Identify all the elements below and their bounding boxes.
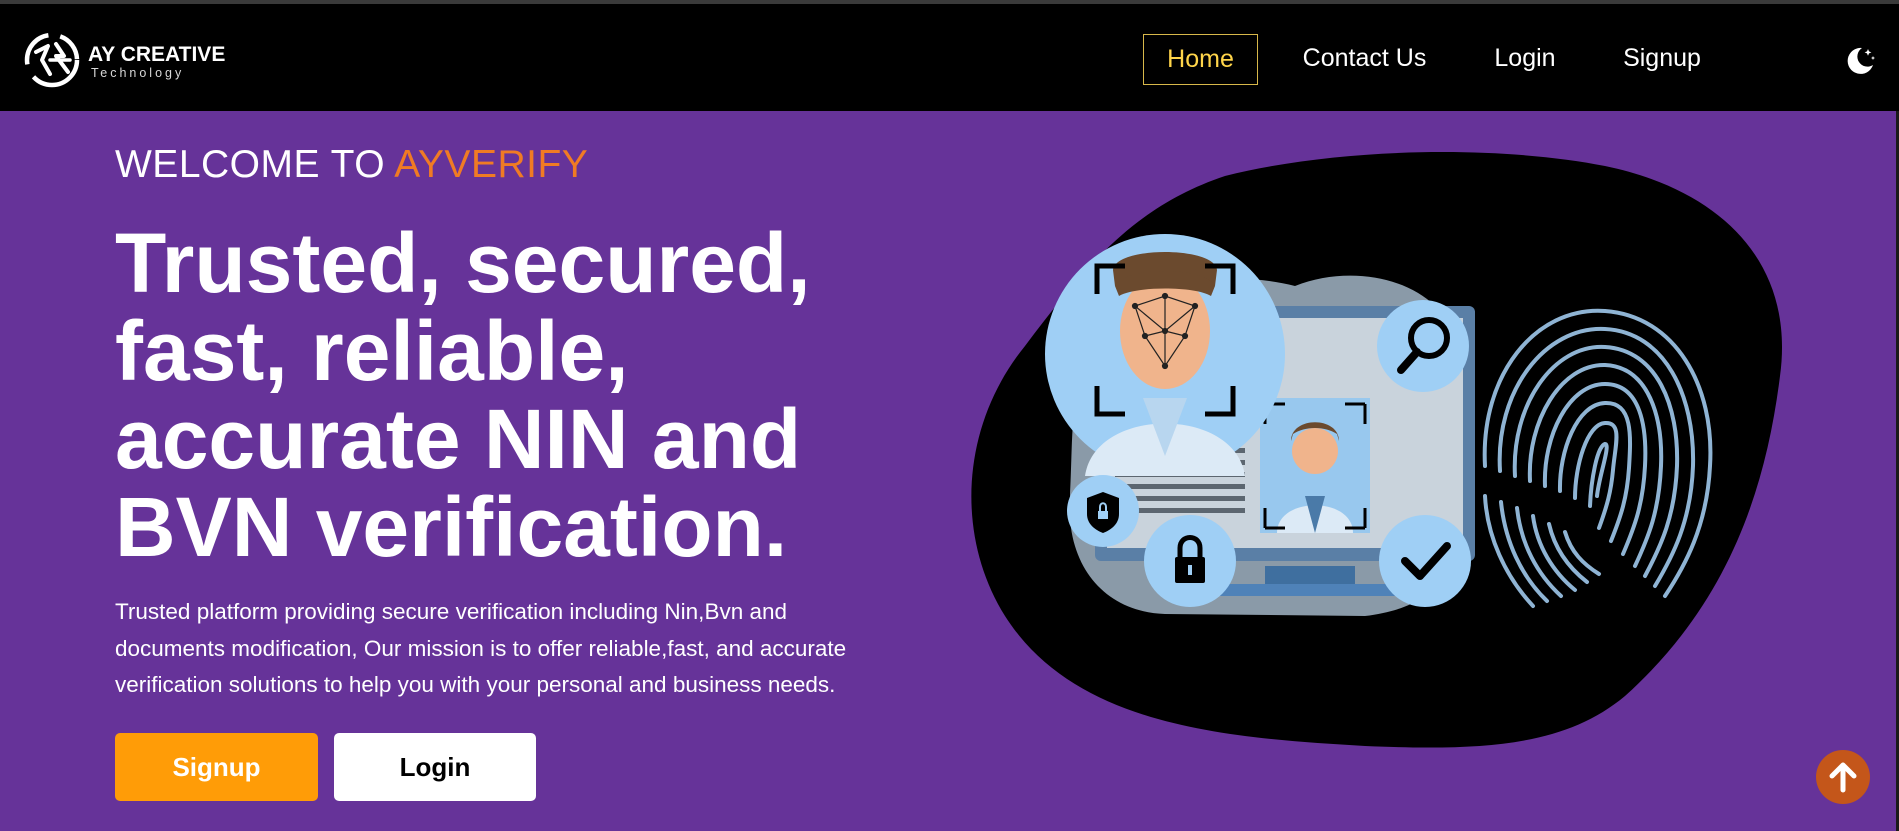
nav-signup-link[interactable]: Signup <box>1612 34 1712 85</box>
brand-name: AY CREATIVE <box>88 43 226 66</box>
shield-icon <box>1067 475 1139 547</box>
hero-section: WELCOME TO AYVERIFY Trusted, secured, fa… <box>0 111 1899 831</box>
arrow-up-icon <box>1829 762 1857 793</box>
description-line: documents modification, Our mission is t… <box>115 635 847 661</box>
welcome-heading: WELCOME TO AYVERIFY <box>115 143 588 187</box>
welcome-brand: AYVERIFY <box>394 143 589 186</box>
welcome-prefix: WELCOME TO <box>115 143 386 186</box>
brand-logo[interactable]: AY CREATIVE Technology <box>22 30 232 90</box>
login-button[interactable]: Login <box>334 733 536 801</box>
nav-home-link[interactable]: Home <box>1143 34 1258 85</box>
checkmark-icon <box>1379 515 1471 607</box>
hero-description: Trusted platform providing secure verifi… <box>115 594 935 704</box>
headline-line: BVN verification. <box>115 480 788 574</box>
verification-illustration <box>971 152 1783 748</box>
navbar: AY CREATIVE Technology Home Contact Us L… <box>0 4 1899 111</box>
ay-creative-logo-icon <box>24 32 80 88</box>
signup-button[interactable]: Signup <box>115 733 318 801</box>
headline-line: fast, reliable, <box>115 304 629 398</box>
moon-stars-icon[interactable] <box>1842 42 1878 78</box>
scroll-to-top-button[interactable] <box>1816 750 1870 804</box>
brand-tagline: Technology <box>91 66 185 80</box>
hero-headline: Trusted, secured, fast, reliable, accura… <box>115 219 935 571</box>
headline-line: Trusted, secured, <box>115 216 811 310</box>
description-line: verification solutions to help you with … <box>115 672 836 697</box>
headline-line: accurate NIN and <box>115 392 802 486</box>
search-icon <box>1377 300 1469 392</box>
lock-icon <box>1144 515 1236 607</box>
nav-login-link[interactable]: Login <box>1480 34 1570 85</box>
description-line: Trusted platform providing secure verifi… <box>115 599 788 624</box>
nav-contact-link[interactable]: Contact Us <box>1282 34 1447 85</box>
